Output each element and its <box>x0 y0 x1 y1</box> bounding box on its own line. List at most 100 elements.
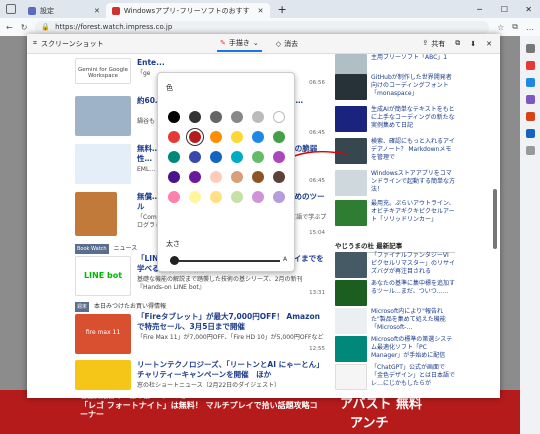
list-item[interactable]: あなたの基準に集中標を追加するツール…まだ、ついつ…… <box>335 280 455 310</box>
color-swatch[interactable] <box>231 191 243 203</box>
list-item[interactable]: Microsoft内により"報告れた"製品を集めて処えた機能「Microsoft… <box>335 308 455 338</box>
color-swatch[interactable] <box>168 171 180 183</box>
size-slider-track[interactable] <box>170 260 280 262</box>
color-swatch[interactable] <box>189 171 201 183</box>
shopping-icon[interactable] <box>525 61 535 70</box>
size-label: 太さ <box>166 240 180 248</box>
item-title[interactable]: 「ファイナルファンタジーVI ピクセルリマスター」のリサイズバグが再注目される <box>371 252 455 276</box>
eraser-icon: ◇ <box>275 39 282 48</box>
color-swatch[interactable] <box>168 151 180 163</box>
list-item[interactable]: Microsoftの標準の第選システム最適化ソフト「PC Manager」が手始… <box>335 336 455 366</box>
reload-icon[interactable]: ↻ <box>21 23 28 32</box>
url-field[interactable]: 🔒 https://forest.watch.impress.co.jp <box>35 20 490 34</box>
list-item[interactable]: Windowsストアアプリをコマンドラインで起動する簡単な方法！ <box>335 170 455 200</box>
color-swatch[interactable] <box>189 131 201 143</box>
color-swatch[interactable] <box>252 111 264 123</box>
pen-color-picker: 色 太さ A <box>157 72 295 272</box>
list-item[interactable]: 「ファイナルファンタジーVI ピクセルリマスター」のリサイズバグが再注目される <box>335 252 455 282</box>
close-icon[interactable]: ✕ <box>94 7 100 15</box>
color-swatch[interactable] <box>210 131 222 143</box>
copy-icon[interactable]: ⧉ <box>455 39 460 48</box>
bottom-line[interactable]: 「レゴ フォートナイト」は無料！ マルチプレイで拾い話題攻略コーナー <box>80 401 320 419</box>
scrollbar[interactable] <box>493 189 497 249</box>
maximize-icon[interactable]: ☐ <box>501 5 508 14</box>
close-icon[interactable]: ✕ <box>486 40 492 48</box>
close-window-icon[interactable]: ✕ <box>525 5 532 14</box>
color-swatch[interactable] <box>231 151 243 163</box>
color-swatch[interactable] <box>252 131 264 143</box>
color-swatch[interactable] <box>252 171 264 183</box>
list-item[interactable]: 生成AIが簡単なテキストをもとに上手なコーディングの新たな実例集めて日記 <box>335 106 455 136</box>
item-title[interactable]: あなたの基準に集中標を追加するツール…まだ、ついつ…… <box>371 280 455 296</box>
screenshot-toolbar: ⌗ スクリーンショット ✎ 手描き ⌄ ◇ 消去 ⇪ 共有 ⧉ ⬇ ✕ <box>27 34 500 54</box>
color-swatch[interactable] <box>189 151 201 163</box>
favorite-icon[interactable]: ☆ <box>497 23 504 32</box>
add-icon[interactable] <box>525 146 535 155</box>
color-swatch[interactable] <box>168 191 180 203</box>
color-swatch[interactable] <box>273 131 285 143</box>
article-title[interactable]: 「Fireタブレット」が最大7,000円OFF！ Amazonで特売セール、3月… <box>137 312 327 332</box>
color-swatch[interactable] <box>231 111 243 123</box>
draw-button[interactable]: ✎ 手描き ⌄ <box>217 36 262 52</box>
window-menu-icon[interactable] <box>6 4 16 14</box>
color-swatch[interactable] <box>168 111 180 123</box>
article-title[interactable]: Ente... <box>137 58 327 68</box>
tab-label: 設定 <box>40 6 54 15</box>
color-swatch[interactable] <box>210 171 222 183</box>
color-swatch[interactable] <box>273 151 285 163</box>
extensions-icon[interactable]: ⧉ <box>512 22 518 32</box>
color-swatch[interactable] <box>210 191 222 203</box>
item-title[interactable]: 検索、確認にもっと入れるアイデアノート？ Markdownメモを管理で <box>371 138 455 162</box>
more-icon[interactable]: … <box>526 23 534 32</box>
office-icon[interactable] <box>525 112 535 121</box>
edge-sidebar <box>520 36 540 434</box>
item-title[interactable]: 生成AIが簡単なテキストをもとに上手なコーディングの新たな実例集めて日記 <box>371 106 455 130</box>
color-swatch[interactable] <box>252 191 264 203</box>
share-button[interactable]: ⇪ 共有 <box>422 39 445 49</box>
tools-icon[interactable] <box>525 78 535 87</box>
tag-label: 本日みつけたお買い得情報 <box>93 303 166 310</box>
color-swatch[interactable] <box>231 171 243 183</box>
save-icon[interactable]: ⬇ <box>470 40 476 48</box>
list-item[interactable]: 「ChatGPT」公式が画面で「金色デザイン」とは日本語でレ…にじかもしたらが <box>335 364 455 394</box>
tag-badge: Book Watch <box>75 244 109 254</box>
item-title[interactable]: Microsoftの標準の第選システム最適化ソフト「PC Manager」が手始… <box>371 336 455 360</box>
color-swatch[interactable] <box>252 151 264 163</box>
color-swatch[interactable] <box>273 191 285 203</box>
minimize-icon[interactable]: ─ <box>477 5 482 14</box>
erase-button[interactable]: ◇ 消去 <box>276 39 298 49</box>
close-icon[interactable]: ✕ <box>258 7 264 15</box>
back-icon[interactable]: ← <box>6 23 13 32</box>
color-swatch[interactable] <box>168 131 180 143</box>
item-thumbnail <box>335 170 367 196</box>
item-title[interactable]: 最用充。ぷらいアウトライン、オビチキアギクキピクセルアート「ソリッドリンカー」 <box>371 200 455 224</box>
search-icon[interactable] <box>525 44 535 53</box>
games-icon[interactable] <box>525 95 535 104</box>
item-title[interactable]: Microsoft内により"報告れた"製品を集めて処えた機能「Microsoft… <box>371 308 455 332</box>
item-title[interactable]: 主用ブリーソフト「ABC」1 <box>371 54 455 62</box>
list-item[interactable]: 最用充。ぷらいアウトライン、オビチキアギクキピクセルアート「ソリッドリンカー」 <box>335 200 455 230</box>
list-item[interactable]: 週末 本日みつけたお買い得情報 fire max 11 「Fireタブレット」が… <box>75 302 325 354</box>
color-swatch[interactable] <box>210 111 222 123</box>
tab-forest[interactable]: Windowsアプリ･フリーソフトのおすす ✕ <box>105 3 270 18</box>
outlook-icon[interactable] <box>525 129 535 138</box>
color-swatch[interactable] <box>189 111 201 123</box>
list-item[interactable]: GitHubが制作した世界開発者向けのコーディングフォント「monaspace」 <box>335 74 455 104</box>
color-swatch[interactable] <box>210 151 222 163</box>
color-swatch[interactable] <box>231 131 243 143</box>
item-title[interactable]: 「ChatGPT」公式が画面で「金色デザイン」とは日本語でレ…にじかもしたらが <box>371 364 455 388</box>
size-slider-thumb[interactable] <box>170 256 179 265</box>
tag-badge: 週末 <box>75 302 90 312</box>
tab-settings[interactable]: 設定 ✕ <box>22 3 106 18</box>
list-item[interactable]: 検索、確認にもっと入れるアイデアノート？ Markdownメモを管理で <box>335 138 455 168</box>
color-swatch[interactable] <box>189 191 201 203</box>
item-title[interactable]: GitHubが制作した世界開発者向けのコーディングフォント「monaspace」 <box>371 74 455 98</box>
new-tab-icon[interactable]: + <box>278 3 287 16</box>
article-time: 06:45 <box>309 130 325 136</box>
article-title[interactable]: リートンテクノロジーズ、「リートンとAI にゃーとん」チャリティーキャンペーンを… <box>137 360 327 380</box>
list-item[interactable]: リートンテクノロジーズ、「リートンとAI にゃーとん」チャリティーキャンペーンを… <box>75 360 325 396</box>
color-swatch[interactable] <box>273 111 285 123</box>
color-swatch[interactable] <box>273 171 285 183</box>
item-thumbnail <box>335 106 367 132</box>
item-title[interactable]: Windowsストアアプリをコマンドラインで起動する簡単な方法！ <box>371 170 455 194</box>
